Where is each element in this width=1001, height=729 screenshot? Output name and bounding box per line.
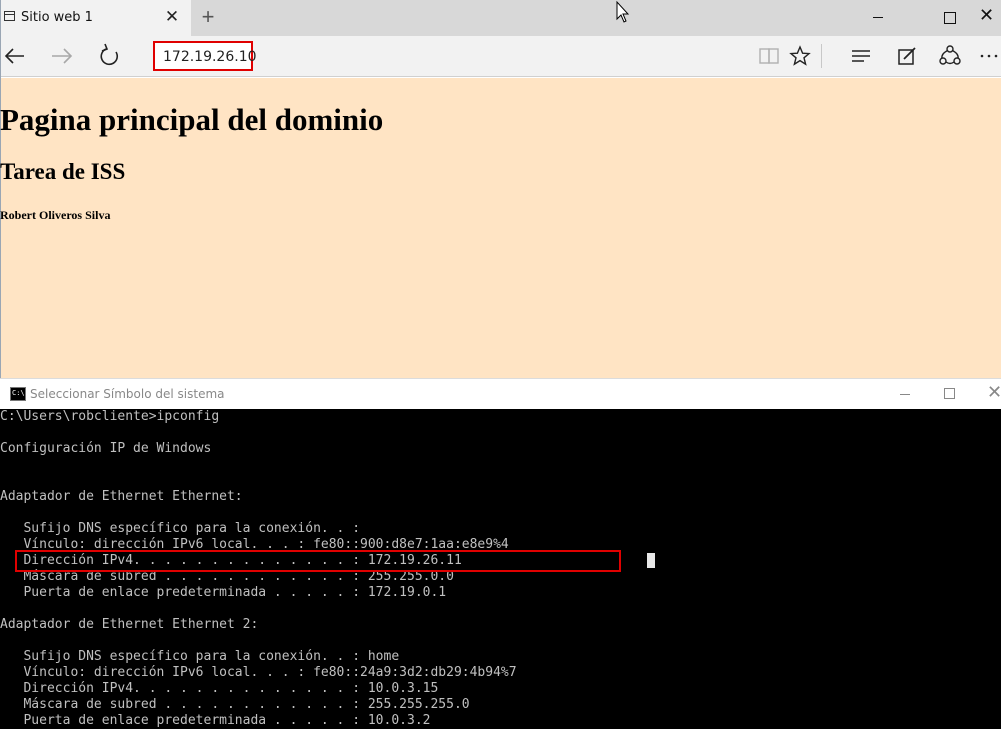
cmd-title: Seleccionar Símbolo del sistema bbox=[30, 387, 225, 401]
share-icon bbox=[939, 45, 961, 65]
console-line: Sufijo DNS específico para la conexión. … bbox=[0, 521, 361, 536]
console-line: C:\Users\robcliente>ipconfig bbox=[0, 409, 220, 424]
more-button[interactable] bbox=[976, 40, 1001, 72]
cmd-titlebar[interactable]: C:\. Seleccionar Símbolo del sistema ✕ bbox=[0, 378, 1001, 409]
refresh-icon bbox=[100, 43, 119, 66]
cmd-app-icon: C:\. bbox=[10, 387, 29, 401]
address-url: 172.19.26.10 bbox=[163, 49, 257, 65]
console-line: Máscara de subred . . . . . . . . . . . … bbox=[0, 697, 470, 712]
tab-close-icon[interactable]: ✕ bbox=[162, 6, 182, 28]
browser-window: Sitio web 1 ✕ + ✕ 172.19.26.10 Pagina pr… bbox=[0, 0, 1001, 378]
toolbar-separator bbox=[821, 44, 822, 68]
more-dots-icon bbox=[980, 54, 998, 58]
console-line: Puerta de enlace predeterminada . . . . … bbox=[0, 585, 447, 600]
close-window-button[interactable]: ✕ bbox=[971, 0, 1001, 34]
console-line: Vínculo: dirección IPv6 local. . . : fe8… bbox=[0, 665, 517, 680]
forward-button[interactable] bbox=[47, 40, 79, 72]
new-tab-button[interactable]: + bbox=[197, 4, 219, 30]
star-icon bbox=[789, 45, 811, 66]
ipv4-highlight-box bbox=[15, 550, 621, 572]
web-note-button[interactable] bbox=[891, 40, 923, 72]
command-prompt-window: C:\. Seleccionar Símbolo del sistema ✕ C… bbox=[0, 378, 1001, 729]
forward-arrow-icon bbox=[52, 48, 73, 64]
reading-view-button[interactable] bbox=[753, 40, 785, 72]
close-icon: ✕ bbox=[979, 5, 995, 25]
hub-lines-icon bbox=[852, 50, 870, 62]
navigation-bar: 172.19.26.10 bbox=[1, 36, 1001, 77]
console-output[interactable]: C:\Users\robcliente>ipconfig Configuració… bbox=[0, 409, 1001, 729]
console-line: Configuración IP de Windows bbox=[0, 441, 212, 456]
mouse-pointer-icon bbox=[616, 0, 630, 23]
page-icon bbox=[4, 11, 15, 21]
favorites-button[interactable] bbox=[784, 40, 816, 72]
console-line: Sufijo DNS específico para la conexión. … bbox=[0, 649, 400, 664]
page-subheading: Tarea de ISS bbox=[0, 159, 126, 184]
minimize-button[interactable] bbox=[856, 0, 902, 34]
back-button[interactable] bbox=[1, 40, 33, 72]
tab-bar: Sitio web 1 ✕ + ✕ bbox=[1, 0, 1001, 36]
refresh-button[interactable] bbox=[94, 40, 126, 72]
maximize-button[interactable] bbox=[926, 0, 972, 34]
cmd-minimize-button[interactable] bbox=[898, 387, 912, 401]
cmd-maximize-button[interactable] bbox=[944, 388, 955, 399]
text-cursor bbox=[647, 553, 655, 568]
share-button[interactable] bbox=[934, 40, 966, 72]
console-line: Puerta de enlace predeterminada . . . . … bbox=[0, 713, 431, 728]
tab-sitio-web-1[interactable]: Sitio web 1 ✕ bbox=[1, 0, 191, 36]
page-heading: Pagina principal del dominio bbox=[0, 102, 384, 137]
back-arrow-icon bbox=[4, 48, 24, 64]
book-icon bbox=[759, 48, 779, 64]
address-bar[interactable]: 172.19.26.10 bbox=[153, 41, 257, 71]
tab-title: Sitio web 1 bbox=[21, 10, 93, 25]
hub-button[interactable] bbox=[845, 40, 877, 72]
pen-edit-icon bbox=[898, 47, 916, 65]
page-author: Robert Oliveros Silva bbox=[0, 208, 111, 222]
console-line: Adaptador de Ethernet Ethernet: bbox=[0, 489, 243, 504]
cmd-close-button[interactable]: ✕ bbox=[987, 382, 1001, 402]
console-line: Dirección IPv4. . . . . . . . . . . . . … bbox=[0, 681, 439, 696]
console-line: Adaptador de Ethernet Ethernet 2: bbox=[0, 617, 259, 632]
web-page-content: Pagina principal del dominio Tarea de IS… bbox=[0, 78, 1001, 378]
